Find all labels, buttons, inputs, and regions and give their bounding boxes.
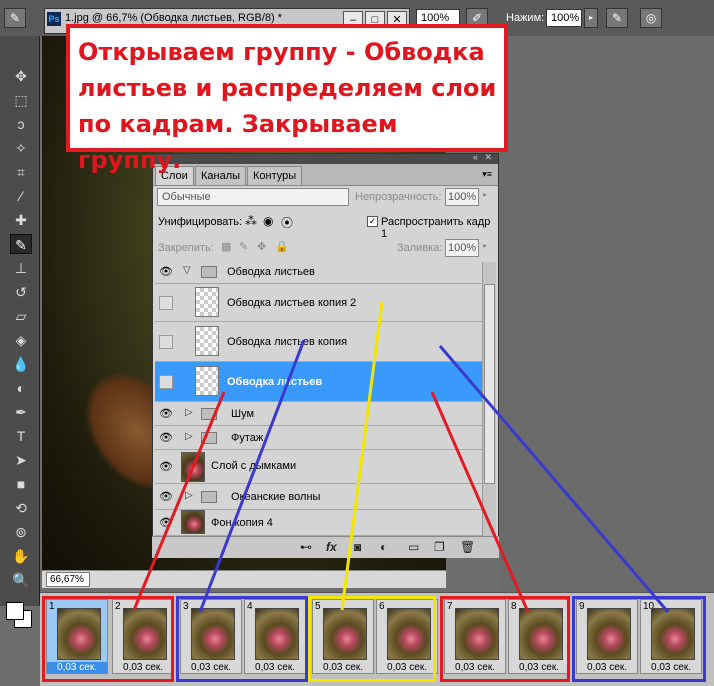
arrow-yellow xyxy=(340,301,384,611)
arrow-blue-1 xyxy=(198,339,306,613)
arrow-red-1 xyxy=(132,391,226,611)
arrow-blue-2 xyxy=(438,345,670,613)
arrow-red-2 xyxy=(430,391,530,613)
annotation-arrows xyxy=(132,301,670,613)
